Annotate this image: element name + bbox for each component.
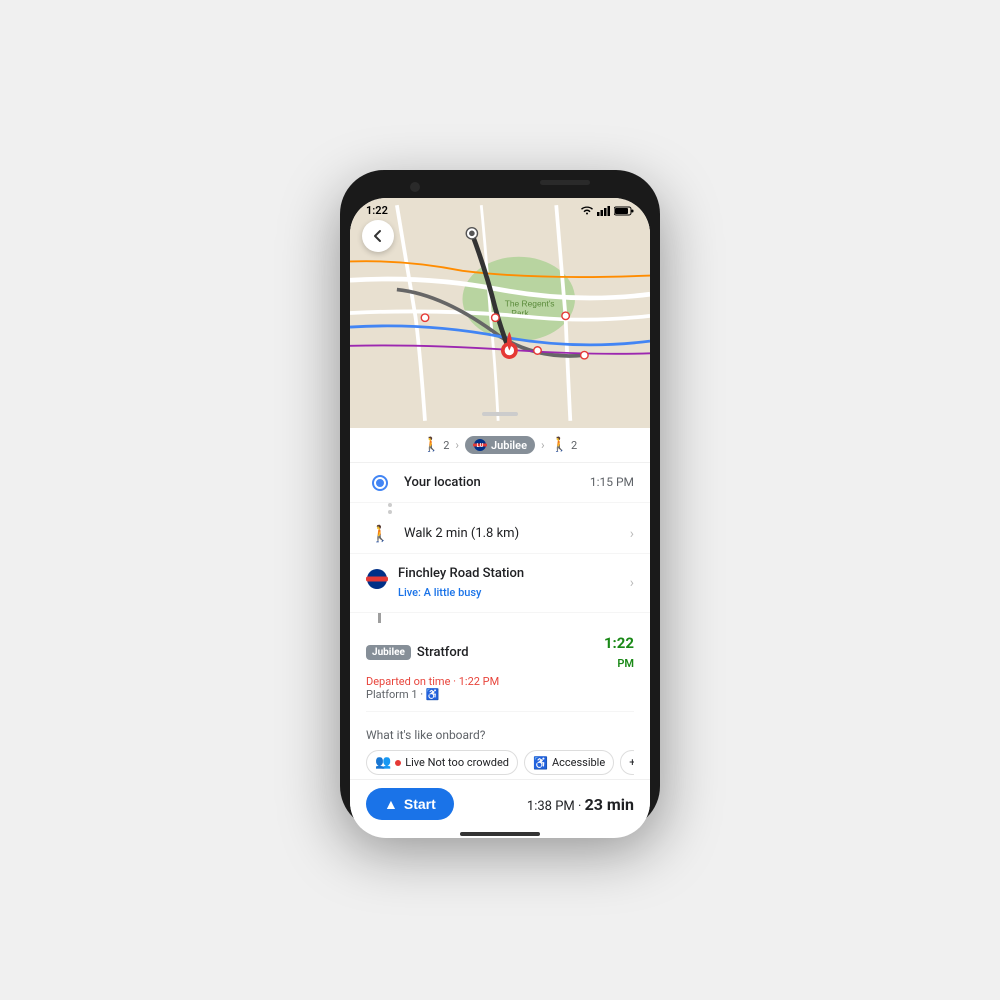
battery-icon	[614, 206, 634, 216]
phone-camera	[410, 182, 420, 192]
onboard-section: What it's like onboard? 👥 Live Not too c…	[350, 720, 650, 779]
walk-person-icon: 🚶	[370, 524, 390, 543]
route-line-segment	[378, 613, 381, 623]
status-icons	[580, 206, 634, 216]
live-status: A little busy	[421, 586, 481, 599]
walk-start-count: 2	[443, 439, 449, 452]
accessible-icon: ♿	[533, 756, 548, 770]
start-button[interactable]: ▲ Start	[366, 788, 454, 820]
start-label: Start	[404, 796, 436, 812]
transit-left: Jubilee Stratford	[366, 645, 469, 660]
signal-icon	[597, 206, 611, 216]
map-area: The Regent's Park	[350, 198, 650, 428]
jubilee-badge: LU Jubilee	[465, 436, 535, 454]
walk-start-step: 🚶 2	[423, 437, 450, 453]
finchley-title: Finchley Road Station	[398, 566, 624, 581]
walk-start-icon: 🚶	[423, 437, 440, 453]
your-location-time: 1:15 PM	[590, 475, 634, 489]
walk-text: Walk 2 min (1.8 km)	[404, 526, 624, 541]
route-summary-bar: 🚶 2 › LU Jubilee › 🚶 2	[350, 428, 650, 463]
dotted-line	[350, 503, 650, 514]
live-label: Live:	[398, 586, 421, 599]
navigation-icon: ▲	[384, 796, 398, 812]
live-chip-dot	[395, 760, 401, 766]
back-button[interactable]	[362, 220, 394, 252]
transit-time: 1:22 PM	[604, 633, 634, 671]
transit-time-period: PM	[617, 657, 634, 670]
live-crowding-chip[interactable]: 👥 Live Not too crowded	[366, 750, 518, 775]
bottom-time-info: 1:38 PM · 23 min	[527, 795, 634, 814]
live-chip-text: Live Not too crowded	[405, 756, 509, 769]
accessible-chip[interactable]: ♿ Accessible	[524, 750, 614, 775]
phone-screen: 1:22	[350, 198, 650, 838]
walk-end-icon: 🚶	[551, 437, 568, 453]
chevron-right-2: ›	[541, 438, 545, 452]
status-time: 1:22	[366, 204, 388, 217]
back-arrow-icon	[371, 229, 385, 243]
tfl-roundel-icon: LU	[473, 438, 487, 452]
walk-icon: 🚶	[366, 524, 394, 543]
drag-handle-container	[350, 412, 650, 422]
phone-device: 1:22	[340, 170, 660, 830]
finchley-content: Finchley Road Station Live: A little bus…	[398, 566, 624, 600]
transit-header: Jubilee Stratford 1:22 PM	[366, 633, 634, 671]
onboard-title: What it's like onboard?	[366, 728, 634, 742]
your-location-title: Your location	[404, 475, 590, 490]
jubilee-line-label: Jubilee	[491, 439, 527, 452]
your-location-row: Your location 1:15 PM	[350, 463, 650, 503]
onboard-chips: 👥 Live Not too crowded ♿ Accessible +	[366, 750, 634, 775]
finchley-live-status: Live: A little busy	[398, 581, 624, 600]
duration: 23 min	[585, 795, 634, 814]
your-location-icon	[366, 477, 394, 489]
walk-end-step: 🚶 2	[551, 437, 578, 453]
home-indicator[interactable]	[460, 832, 540, 836]
people-icon: 👥	[375, 755, 391, 770]
content-area[interactable]: Your location 1:15 PM 🚶 Walk 2 min (1.8 …	[350, 463, 650, 779]
finchley-arrow-icon: ›	[630, 575, 634, 591]
drag-handle	[482, 412, 518, 416]
transit-departure-status: Departed on time · 1:22 PM	[366, 675, 634, 688]
plus-icon: +	[629, 756, 634, 769]
jubilee-pill: Jubilee	[366, 645, 411, 660]
walk-arrow-icon: ›	[630, 526, 634, 542]
svg-text:LU: LU	[477, 443, 484, 449]
transit-card: Jubilee Stratford 1:22 PM Departed on ti…	[366, 623, 634, 712]
walk-step-row[interactable]: 🚶 Walk 2 min (1.8 km) ›	[350, 514, 650, 554]
finchley-tfl-icon	[366, 568, 388, 594]
transit-time-hour: 1:22	[604, 634, 634, 652]
walk-end-count: 2	[571, 439, 577, 452]
accessible-chip-text: Accessible	[552, 756, 605, 769]
more-chip[interactable]: +	[620, 750, 634, 775]
arrival-time: 1:38 PM ·	[527, 799, 585, 814]
map-svg: The Regent's Park	[350, 198, 650, 428]
blue-dot-icon	[374, 477, 386, 489]
transit-destination: Stratford	[417, 645, 469, 660]
phone-speaker	[540, 180, 590, 185]
transit-platform: Platform 1 · ♿	[366, 688, 634, 701]
your-location-content: Your location	[404, 475, 590, 490]
chevron-right-1: ›	[455, 438, 459, 452]
finchley-station-row[interactable]: Finchley Road Station Live: A little bus…	[350, 554, 650, 613]
tfl-roundel-large-icon	[366, 568, 388, 590]
wifi-icon	[580, 206, 594, 216]
bottom-bar: ▲ Start 1:38 PM · 23 min	[350, 779, 650, 828]
status-bar: 1:22	[350, 198, 650, 219]
